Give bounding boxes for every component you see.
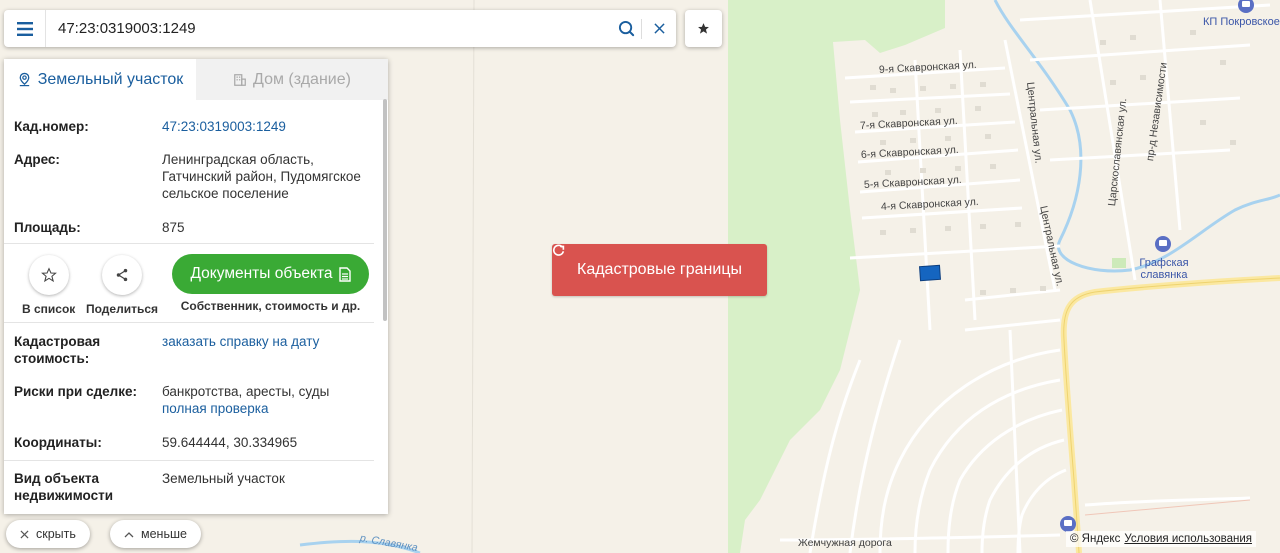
add-to-list-button[interactable] xyxy=(28,255,69,295)
field-label: Кад.номер: xyxy=(14,119,89,134)
full-check-link[interactable]: полная проверка xyxy=(162,400,374,417)
cad-number-link[interactable]: 47:23:0319003:1249 xyxy=(162,118,374,135)
coords-value: 59.644444, 30.334965 xyxy=(162,435,298,450)
risks-value: банкротства, аресты, суды полная проверк… xyxy=(162,383,374,417)
chevron-up-icon xyxy=(124,531,134,537)
field-label-line: Вид объекта xyxy=(14,471,100,486)
object-documents-button[interactable]: Документы объекта xyxy=(172,254,369,294)
star-outline-icon xyxy=(40,267,57,283)
search-button[interactable] xyxy=(611,10,641,47)
area-value: 875 xyxy=(162,220,185,235)
object-info-panel: Земельный участок Дом (здание) Кад.номер… xyxy=(4,59,388,514)
field-label-line: стоимость: xyxy=(14,351,90,366)
share-action: Поделиться xyxy=(86,255,158,316)
star-icon xyxy=(698,23,709,34)
selected-parcel xyxy=(919,264,941,282)
building-icon xyxy=(234,73,246,86)
hide-label: скрыть xyxy=(36,527,76,541)
terms-link[interactable]: Условия использования xyxy=(1124,533,1252,545)
area-row: Площадь: 875 xyxy=(14,219,374,236)
search-icon xyxy=(618,20,634,37)
map-pin-icon xyxy=(19,72,30,87)
risks-text: банкротства, аресты, суды xyxy=(162,384,330,399)
risks-row: Риски при сделке: банкротства, аресты, с… xyxy=(14,383,374,417)
field-label-line: Кадастровая xyxy=(14,334,101,349)
add-to-list-action: В список xyxy=(22,255,75,316)
panel-content[interactable]: Кад.номер: 47:23:0319003:1249 Адрес: Лен… xyxy=(4,100,388,514)
document-icon xyxy=(338,266,351,282)
hamburger-icon xyxy=(16,21,33,36)
cad-number-row: Кад.номер: 47:23:0319003:1249 xyxy=(14,118,374,135)
address-line: Ленинградская область, xyxy=(162,152,314,167)
documents-label: Документы объекта xyxy=(190,265,333,282)
map-copyright: © Яндекс Условия использования xyxy=(1066,531,1256,547)
search-input[interactable] xyxy=(46,11,611,46)
copyright-text: © Яндекс xyxy=(1070,533,1121,545)
address-line: сельское поселение xyxy=(162,186,289,201)
tab-label: Земельный участок xyxy=(37,70,184,88)
field-label: Риски при сделке: xyxy=(14,384,137,399)
panel-scrollbar[interactable] xyxy=(383,99,387,321)
menu-button[interactable] xyxy=(4,10,46,47)
divider xyxy=(4,243,374,244)
share-label: Поделиться xyxy=(86,302,159,316)
divider xyxy=(4,460,374,461)
tab-label: Дом (здание) xyxy=(253,70,351,88)
collapse-panel-button[interactable]: меньше xyxy=(110,520,201,548)
share-icon xyxy=(116,268,128,282)
coords-row: Координаты: 59.644444, 30.334965 xyxy=(14,434,374,451)
field-label: Координаты: xyxy=(14,435,102,450)
share-button[interactable] xyxy=(102,255,143,295)
address-value: Ленинградская область, Гатчинский район,… xyxy=(162,151,374,202)
refresh-icon xyxy=(552,244,565,256)
address-line: Гатчинский район, Пудомягское xyxy=(162,169,361,184)
search-bar xyxy=(4,10,676,47)
order-certificate-link[interactable]: заказать справку на дату xyxy=(162,333,374,367)
object-type-value: Земельный участок xyxy=(162,471,285,486)
field-label: Вид объекта недвижимости xyxy=(14,470,162,504)
close-icon xyxy=(20,529,29,539)
close-icon xyxy=(653,23,665,34)
poi-label: Графская славянка xyxy=(1139,257,1189,281)
object-tabs: Земельный участок Дом (здание) xyxy=(4,59,388,100)
favorites-button[interactable] xyxy=(685,10,722,47)
less-label: меньше xyxy=(141,527,187,541)
cadastral-borders-button[interactable]: Кадастровые границы xyxy=(552,244,767,296)
street-label: Жемчужная дорога xyxy=(798,537,892,549)
divider xyxy=(4,322,374,323)
add-to-list-label: В список xyxy=(22,302,76,316)
documents-subtitle: Собственник, стоимость и др. xyxy=(180,299,361,313)
cadastral-borders-label: Кадастровые границы xyxy=(577,261,742,278)
hide-panel-button[interactable]: скрыть xyxy=(6,520,90,548)
field-label: Площадь: xyxy=(14,220,81,235)
field-label-line: недвижимости xyxy=(14,488,113,503)
poi-label: КП Покровское xyxy=(1203,16,1280,28)
address-row: Адрес: Ленинградская область, Гатчинский… xyxy=(14,151,374,202)
tab-building[interactable]: Дом (здание) xyxy=(196,59,388,100)
cad-cost-row: Кадастровая стоимость: заказать справку … xyxy=(14,333,374,367)
field-label: Кадастровая стоимость: xyxy=(14,333,162,367)
clear-search-button[interactable] xyxy=(642,10,676,47)
object-type-row: Вид объекта недвижимости Земельный участ… xyxy=(14,470,374,504)
tab-land-plot[interactable]: Земельный участок xyxy=(4,59,196,100)
field-label: Адрес: xyxy=(14,152,60,167)
